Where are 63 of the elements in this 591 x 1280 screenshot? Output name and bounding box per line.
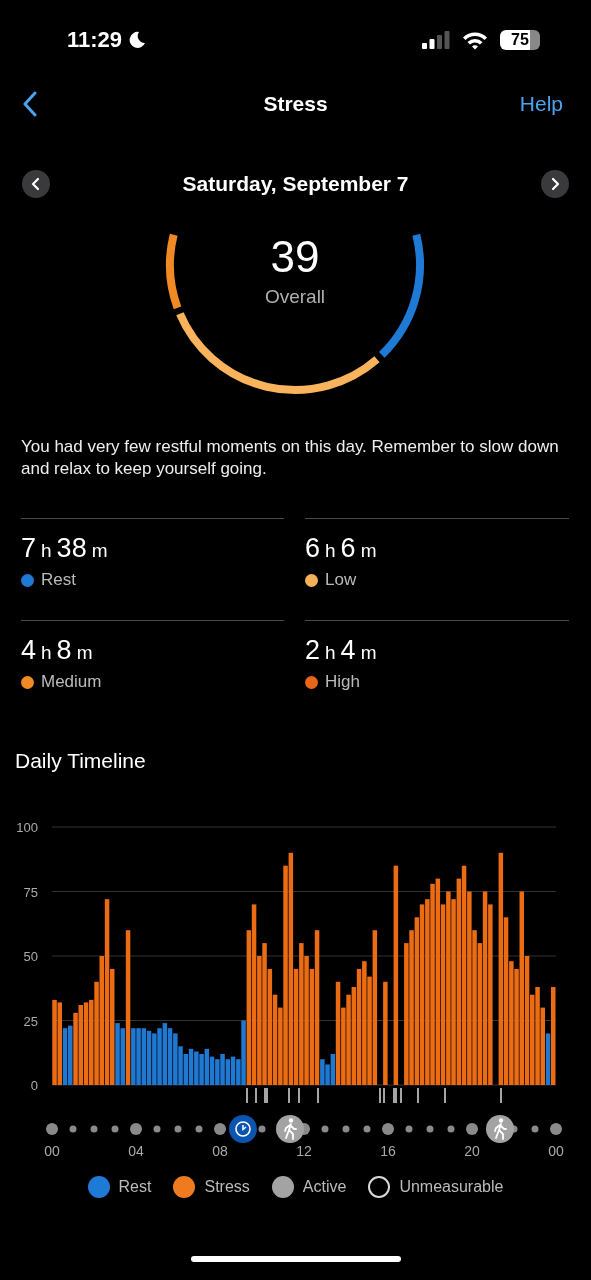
next-day-icon[interactable] [541, 170, 569, 198]
hour-dot [258, 1125, 266, 1133]
hour-dot [153, 1125, 161, 1133]
duration-value: 2 h 4 m [305, 635, 378, 666]
axis-label: 08 [212, 1143, 228, 1159]
legend-label: Active [302, 1178, 347, 1196]
axis-label: 00 [44, 1143, 60, 1159]
axis-label: 20 [464, 1143, 480, 1159]
category-label: Low [325, 570, 357, 590]
page-title: Stress [263, 92, 328, 115]
hour-dot [321, 1125, 329, 1133]
axis-label: 0 [30, 1078, 38, 1093]
battery-indicator: 75 [500, 30, 540, 50]
hour-dot [447, 1125, 455, 1133]
category-label: High [325, 672, 360, 692]
legend-label: Rest [118, 1178, 152, 1196]
axis-label: 100 [16, 820, 38, 835]
help-link[interactable]: Help [519, 92, 563, 116]
previous-day-icon[interactable] [22, 170, 50, 198]
legend-label: Unmeasurable [399, 1178, 504, 1196]
hour-dot [342, 1125, 350, 1133]
stress-score: 39 [270, 232, 320, 281]
walking-icon[interactable] [486, 1115, 514, 1143]
hour-dot [111, 1125, 119, 1133]
hour-dot [69, 1125, 77, 1133]
axis-label: 16 [380, 1143, 396, 1159]
score-label: Overall [264, 286, 326, 307]
axis-label: 25 [23, 1013, 38, 1029]
hour-dot [426, 1125, 434, 1133]
axis-label: 00 [548, 1143, 564, 1159]
date-label: Saturday, September 7 [182, 172, 409, 196]
hour-dot [46, 1123, 58, 1135]
hour-dot [195, 1125, 203, 1133]
moon-icon [128, 31, 147, 49]
axis-label: 50 [23, 949, 38, 964]
hour-dot [214, 1123, 226, 1135]
summary-text: You had very few restful moments on this day. Remember to slow down and relax to keep yourself going. [21, 436, 560, 480]
duration-value: 6 h 6 m [305, 533, 378, 564]
axis-label: 12 [296, 1143, 312, 1159]
back-icon[interactable] [22, 91, 38, 117]
hour-dot [466, 1123, 478, 1135]
hour-dot [363, 1125, 371, 1133]
legend-label: Stress [204, 1178, 250, 1196]
hour-dot [382, 1123, 394, 1135]
axis-label: 04 [128, 1143, 144, 1159]
clock-icon[interactable] [229, 1115, 257, 1143]
category-label: Medium [41, 672, 102, 692]
duration-value: 4 h 8 m [21, 635, 94, 666]
category-label: Rest [41, 570, 76, 590]
clock-time: 11:29 [67, 27, 123, 53]
wifi-icon [462, 30, 488, 50]
duration-value: 7 h 38 m [21, 533, 109, 564]
hour-dot [531, 1125, 539, 1133]
rest-bar [545, 1033, 551, 1085]
hour-dot [405, 1125, 413, 1133]
hour-dot [174, 1125, 182, 1133]
hour-dot [90, 1125, 98, 1133]
walking-icon[interactable] [276, 1115, 304, 1143]
signal-icon [422, 31, 450, 49]
hour-dot [550, 1123, 562, 1135]
axis-label: 75 [23, 884, 38, 900]
hour-dot [130, 1123, 142, 1135]
section-title: Daily Timeline [15, 749, 146, 772]
